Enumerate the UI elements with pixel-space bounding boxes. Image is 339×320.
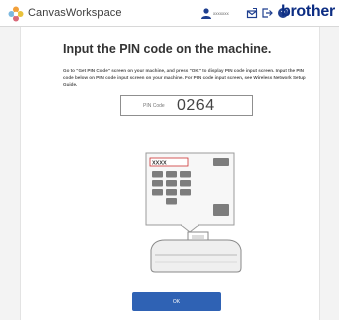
keypad-key — [152, 180, 163, 187]
confirm-key — [213, 204, 229, 216]
user-name: xxxxxxx — [213, 11, 229, 16]
screen-pointer — [179, 224, 201, 233]
app-name: CanvasWorkspace — [28, 7, 122, 19]
logout-icon[interactable] — [261, 7, 273, 19]
keypad-key — [152, 189, 163, 196]
top-bar: CanvasWorkspace xxxxxxx ? brother — [0, 0, 339, 27]
main-panel: Input the PIN code on the machine. Go to… — [20, 27, 320, 320]
keypad-key — [166, 171, 177, 178]
pin-entry-placeholder: XXXX — [152, 161, 167, 167]
machine-pin-illustration: XXXX — [145, 152, 242, 273]
keypad-key — [180, 189, 191, 196]
pin-code-value: 0264 — [177, 97, 215, 114]
keypad-key — [180, 180, 191, 187]
ok-button[interactable]: OK — [132, 292, 221, 311]
pin-code-label: PIN Code — [143, 103, 165, 109]
canvasworkspace-logo-icon — [8, 6, 24, 22]
keypad-key — [166, 198, 177, 205]
user-icon — [201, 8, 211, 19]
cutting-machine-body — [150, 239, 242, 273]
keypad-key — [180, 171, 191, 178]
page-title: Input the PIN code on the machine. — [63, 42, 272, 56]
instructions-text: Go to "Get PIN Code" screen on your mach… — [63, 68, 306, 87]
keypad-key — [152, 171, 163, 178]
backspace-key — [213, 158, 229, 166]
keypad-key — [166, 180, 177, 187]
mail-icon[interactable] — [246, 7, 258, 19]
brother-logo: brother — [281, 3, 335, 20]
pin-code-display: PIN Code 0264 — [120, 95, 253, 116]
keypad-key — [166, 189, 177, 196]
